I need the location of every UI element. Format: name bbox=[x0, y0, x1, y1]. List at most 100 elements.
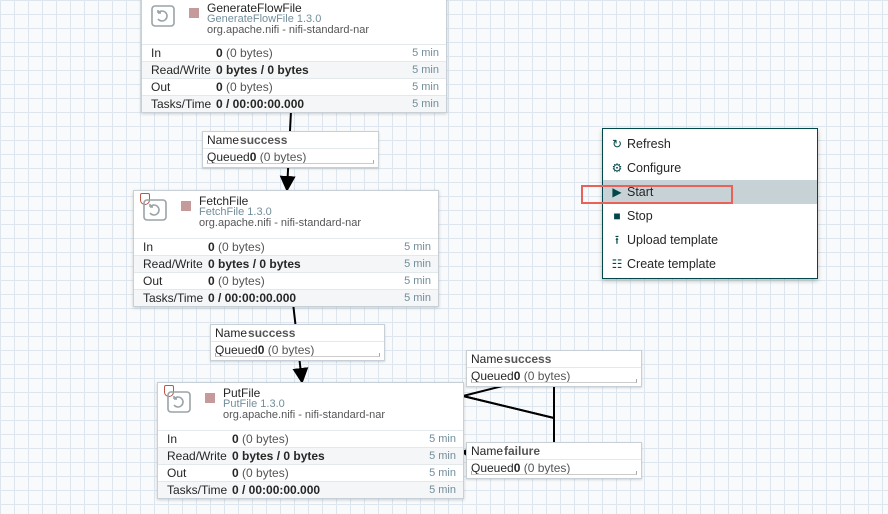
connection-queued-row: Queued0 (0 bytes) bbox=[203, 148, 378, 165]
stat-value: 0 (0 bytes) bbox=[208, 240, 265, 254]
conn-key: Name bbox=[215, 326, 248, 340]
menu-item-label: Stop bbox=[627, 209, 653, 223]
menu-item-stop[interactable]: ■ Stop bbox=[603, 204, 817, 228]
stat-value: 0 (0 bytes) bbox=[232, 466, 289, 480]
stat-value: 0 / 00:00:00.000 bbox=[208, 291, 297, 305]
stat-window: 5 min bbox=[404, 292, 431, 304]
stat-out: Out 0 (0 bytes) 5 min bbox=[158, 464, 463, 481]
conn-name: success bbox=[240, 133, 288, 147]
menu-item-label: Configure bbox=[627, 161, 682, 175]
conn-name: success bbox=[248, 326, 296, 340]
stat-window: 5 min bbox=[412, 64, 439, 76]
stat-label: Out bbox=[151, 80, 171, 94]
upload-template-icon: ⭱ bbox=[614, 233, 620, 247]
stat-label: Tasks/Time bbox=[167, 483, 228, 497]
stat-window: 5 min bbox=[429, 467, 456, 479]
connection-label-success[interactable]: Namesuccess Queued0 (0 bytes) bbox=[202, 131, 379, 168]
stat-read-write: Read/Write 0 bytes / 0 bytes 5 min bbox=[142, 61, 446, 78]
stat-out: Out 0 (0 bytes) 5 min bbox=[134, 272, 438, 289]
stat-label: Read/Write bbox=[151, 63, 211, 77]
stopped-status-icon bbox=[205, 393, 215, 403]
stat-window: 5 min bbox=[404, 258, 431, 270]
menu-item-configure[interactable]: ⚙ Configure bbox=[603, 156, 817, 180]
conn-key: Name bbox=[471, 352, 504, 366]
connection-name-row: Namesuccess bbox=[467, 351, 641, 367]
stat-tasks-time: Tasks/Time 0 / 00:00:00.000 5 min bbox=[158, 481, 463, 498]
processor-icon bbox=[143, 199, 167, 221]
menu-item-label: Create template bbox=[627, 257, 716, 271]
connection-queued-row: Queued0 (0 bytes) bbox=[467, 367, 641, 384]
stat-value: 0 (0 bytes) bbox=[216, 80, 273, 94]
stopped-status-icon bbox=[181, 201, 191, 211]
connection-label-failure[interactable]: Namefailure Queued0 (0 bytes) bbox=[466, 442, 642, 479]
queue-bar bbox=[215, 353, 380, 357]
connection-queued-row: Queued0 (0 bytes) bbox=[211, 341, 384, 358]
connection-label-success[interactable]: Namesuccess Queued0 (0 bytes) bbox=[210, 324, 385, 361]
stat-read-write: Read/Write 0 bytes / 0 bytes 5 min bbox=[134, 255, 438, 272]
connection-name-row: Namesuccess bbox=[211, 325, 384, 341]
stopped-status-icon bbox=[189, 8, 199, 18]
stat-value: 0 / 00:00:00.000 bbox=[232, 483, 321, 497]
queue-bar bbox=[207, 160, 374, 164]
stat-in: In 0 (0 bytes) 5 min bbox=[142, 44, 446, 61]
stat-value: 0 bytes / 0 bytes bbox=[232, 449, 325, 463]
stat-in: In 0 (0 bytes) 5 min bbox=[134, 238, 438, 255]
processor-icon bbox=[151, 5, 175, 27]
stat-in: In 0 (0 bytes) 5 min bbox=[158, 430, 463, 447]
connection-queued-row: Queued0 (0 bytes) bbox=[467, 459, 641, 476]
stat-value: 0 (0 bytes) bbox=[208, 274, 265, 288]
stat-label: Read/Write bbox=[167, 449, 227, 463]
stat-read-write: Read/Write 0 bytes / 0 bytes 5 min bbox=[158, 447, 463, 464]
stat-label: In bbox=[143, 240, 154, 254]
stat-label: Out bbox=[167, 466, 187, 480]
menu-item-create-template[interactable]: ☷ Create template bbox=[603, 252, 817, 276]
stat-tasks-time: Tasks/Time 0 / 00:00:00.000 5 min bbox=[142, 95, 446, 112]
stat-window: 5 min bbox=[429, 450, 456, 462]
stat-value: 0 (0 bytes) bbox=[216, 46, 273, 60]
conn-name: success bbox=[504, 352, 552, 366]
gear-icon: ⚙ bbox=[611, 161, 623, 175]
stat-value: 0 bytes / 0 bytes bbox=[208, 257, 301, 271]
processor-generateflowfile[interactable]: GenerateFlowFile GenerateFlowFile 1.3.0 … bbox=[141, 0, 447, 113]
stat-tasks-time: Tasks/Time 0 / 00:00:00.000 5 min bbox=[134, 289, 438, 306]
processor-bundle: org.apache.nifi - nifi-standard-nar bbox=[199, 217, 362, 229]
stat-window: 5 min bbox=[429, 484, 456, 496]
stop-icon: ■ bbox=[613, 209, 621, 223]
stat-window: 5 min bbox=[412, 81, 439, 93]
menu-item-label: Upload template bbox=[627, 233, 719, 247]
stat-label: Read/Write bbox=[143, 257, 203, 271]
conn-key: Name bbox=[207, 133, 240, 147]
conn-key: Name bbox=[471, 444, 504, 458]
highlight-annotation bbox=[581, 185, 733, 204]
queue-bar bbox=[471, 471, 637, 475]
processor-putfile[interactable]: PutFile PutFile 1.3.0 org.apache.nifi - … bbox=[157, 382, 464, 499]
stat-value: 0 (0 bytes) bbox=[232, 432, 289, 446]
stat-window: 5 min bbox=[404, 275, 431, 287]
connection-name-row: Namefailure bbox=[467, 443, 641, 459]
menu-item-label: Refresh bbox=[627, 137, 671, 151]
create-template-icon: ☷ bbox=[611, 257, 623, 271]
stat-label: Tasks/Time bbox=[151, 97, 212, 111]
stat-label: Tasks/Time bbox=[143, 291, 204, 305]
processor-bundle: org.apache.nifi - nifi-standard-nar bbox=[207, 24, 370, 36]
conn-name: failure bbox=[504, 444, 541, 458]
processor-fetchfile[interactable]: FetchFile FetchFile 1.3.0 org.apache.nif… bbox=[133, 190, 439, 307]
stat-out: Out 0 (0 bytes) 5 min bbox=[142, 78, 446, 95]
menu-item-refresh[interactable]: ↻ Refresh bbox=[603, 132, 817, 156]
menu-item-upload-template[interactable]: ⭱ Upload template bbox=[603, 228, 817, 252]
connection-name-row: Namesuccess bbox=[203, 132, 378, 148]
queue-bar bbox=[471, 379, 637, 383]
stat-window: 5 min bbox=[404, 241, 431, 253]
connection-label-success[interactable]: Namesuccess Queued0 (0 bytes) bbox=[466, 350, 642, 387]
stat-label: In bbox=[167, 432, 178, 446]
stat-window: 5 min bbox=[412, 47, 439, 59]
processor-icon bbox=[167, 391, 191, 413]
stat-label: Out bbox=[143, 274, 163, 288]
stat-label: In bbox=[151, 46, 162, 60]
stat-value: 0 bytes / 0 bytes bbox=[216, 63, 309, 77]
stat-window: 5 min bbox=[429, 433, 456, 445]
refresh-icon: ↻ bbox=[611, 137, 623, 151]
stat-value: 0 / 00:00:00.000 bbox=[216, 97, 305, 111]
stat-window: 5 min bbox=[412, 98, 439, 110]
processor-bundle: org.apache.nifi - nifi-standard-nar bbox=[223, 409, 386, 421]
